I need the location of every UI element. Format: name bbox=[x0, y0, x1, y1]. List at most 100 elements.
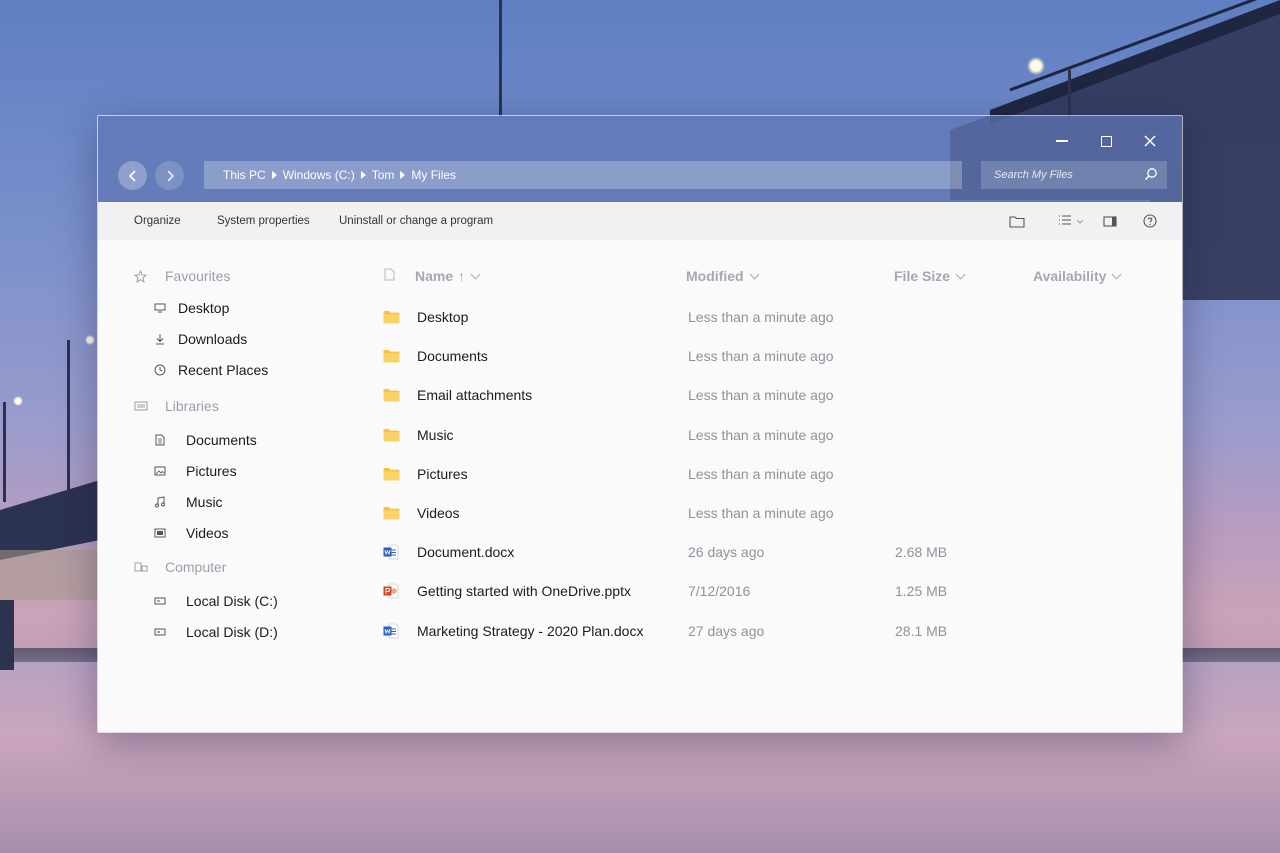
picture-icon bbox=[152, 466, 168, 476]
wallpaper-lamp-left bbox=[85, 335, 95, 345]
column-header-size[interactable]: File Size bbox=[894, 268, 966, 284]
file-row[interactable]: Document.docx 26 days ago 2.68 MB bbox=[382, 538, 1162, 568]
file-name: Marketing Strategy - 2020 Plan.docx bbox=[417, 622, 644, 639]
breadcrumb-separator-icon bbox=[360, 171, 366, 179]
document-icon bbox=[152, 434, 168, 446]
wallpaper-pole bbox=[499, 0, 502, 116]
monitor-icon bbox=[152, 303, 168, 313]
file-row[interactable]: Getting started with OneDrive.pptx 7/12/2… bbox=[382, 577, 1162, 607]
file-modified: Less than a minute ago bbox=[688, 348, 834, 365]
view-options-button[interactable] bbox=[1056, 213, 1088, 229]
sidebar-item-label: Downloads bbox=[178, 331, 248, 347]
sort-ascending-icon: ↑ bbox=[458, 268, 466, 284]
minimize-button[interactable] bbox=[1039, 128, 1085, 154]
file-name: Pictures bbox=[417, 465, 468, 482]
folder-icon bbox=[383, 506, 400, 525]
sidebar-item-local-disk-d[interactable]: Local Disk (D:) bbox=[152, 624, 278, 640]
new-folder-icon bbox=[1009, 215, 1025, 228]
sidebar-group-favourites[interactable]: Favourites bbox=[134, 268, 230, 284]
breadcrumb-tom[interactable]: Tom bbox=[372, 168, 395, 182]
sidebar-item-documents[interactable]: Documents bbox=[152, 432, 257, 448]
file-type-icon bbox=[384, 268, 395, 281]
computer-icon bbox=[134, 561, 154, 573]
file-row[interactable]: Email attachments Less than a minute ago bbox=[382, 381, 1162, 411]
preview-pane-icon bbox=[1103, 215, 1117, 227]
file-row[interactable]: Marketing Strategy - 2020 Plan.docx 27 da… bbox=[382, 617, 1162, 647]
folder-icon bbox=[383, 310, 400, 329]
column-header-modified[interactable]: Modified bbox=[686, 268, 759, 284]
file-row[interactable]: Desktop Less than a minute ago bbox=[382, 303, 1162, 333]
wallpaper-lamppost-left bbox=[67, 340, 70, 500]
sidebar-group-label: Libraries bbox=[165, 398, 219, 414]
word-document-icon bbox=[383, 623, 399, 644]
sidebar-group-libraries[interactable]: Libraries bbox=[134, 398, 219, 414]
folder-icon bbox=[383, 467, 400, 486]
forward-button[interactable] bbox=[155, 161, 184, 190]
uninstall-program-button[interactable]: Uninstall or change a program bbox=[339, 202, 493, 240]
command-toolbar: Organize System properties Uninstall or … bbox=[98, 202, 1182, 240]
file-explorer-window: This PC Windows (C:) Tom My Files Organi… bbox=[97, 115, 1183, 733]
file-row[interactable]: Documents Less than a minute ago bbox=[382, 342, 1162, 372]
maximize-button[interactable] bbox=[1083, 128, 1129, 154]
file-row[interactable]: Pictures Less than a minute ago bbox=[382, 460, 1162, 490]
sidebar-group-computer[interactable]: Computer bbox=[134, 559, 226, 575]
chevron-right-icon bbox=[166, 169, 174, 182]
wallpaper-bridge-left bbox=[0, 480, 100, 670]
column-header-type[interactable] bbox=[384, 268, 395, 281]
sidebar-item-videos[interactable]: Videos bbox=[152, 525, 229, 541]
download-icon bbox=[152, 333, 168, 345]
breadcrumb-separator-icon bbox=[271, 171, 277, 179]
column-header-availability[interactable]: Availability bbox=[1033, 268, 1122, 284]
column-header-label: Name bbox=[415, 268, 454, 284]
file-modified: Less than a minute ago bbox=[688, 465, 834, 482]
preview-pane-button[interactable] bbox=[1100, 213, 1120, 229]
sidebar-item-music[interactable]: Music bbox=[152, 494, 223, 510]
column-header-label: File Size bbox=[894, 268, 951, 284]
file-modified: 26 days ago bbox=[688, 544, 765, 561]
system-properties-button[interactable]: System properties bbox=[217, 202, 310, 240]
file-name: Documents bbox=[417, 348, 488, 365]
search-input[interactable] bbox=[994, 169, 1134, 181]
back-button[interactable] bbox=[118, 161, 147, 190]
chevron-down-icon bbox=[955, 269, 966, 279]
word-document-icon bbox=[383, 544, 399, 565]
breadcrumb-separator-icon bbox=[400, 171, 406, 179]
file-size: 1.25 MB bbox=[895, 583, 948, 600]
help-button[interactable] bbox=[1140, 213, 1160, 229]
file-name: Getting started with OneDrive.pptx bbox=[417, 583, 631, 600]
breadcrumb-my-files[interactable]: My Files bbox=[411, 168, 456, 182]
new-folder-button[interactable] bbox=[1007, 213, 1027, 229]
folder-icon bbox=[383, 428, 400, 447]
music-icon bbox=[152, 496, 168, 508]
sidebar-item-label: Local Disk (C:) bbox=[186, 593, 278, 609]
breadcrumb-this-pc[interactable]: This PC bbox=[223, 168, 266, 182]
sidebar-item-downloads[interactable]: Downloads bbox=[152, 331, 247, 347]
address-bar[interactable]: This PC Windows (C:) Tom My Files bbox=[204, 161, 962, 189]
organize-button[interactable]: Organize bbox=[134, 202, 181, 240]
drive-icon bbox=[152, 628, 168, 636]
breadcrumb-windows-c[interactable]: Windows (C:) bbox=[283, 168, 355, 182]
sidebar-item-recent-places[interactable]: Recent Places bbox=[152, 362, 268, 378]
powerpoint-icon bbox=[383, 583, 399, 604]
sidebar-item-label: Local Disk (D:) bbox=[186, 624, 278, 640]
close-icon bbox=[1144, 135, 1156, 147]
close-button[interactable] bbox=[1127, 128, 1173, 154]
file-size: 2.68 MB bbox=[895, 544, 948, 561]
search-icon[interactable] bbox=[1144, 167, 1158, 181]
library-icon bbox=[134, 400, 154, 412]
wallpaper-lamp bbox=[1027, 57, 1045, 75]
column-header-name[interactable]: Name ↑ bbox=[415, 268, 481, 284]
maximize-icon bbox=[1100, 135, 1112, 147]
folder-icon bbox=[383, 349, 400, 368]
sidebar-item-desktop[interactable]: Desktop bbox=[152, 300, 229, 316]
chevron-down-icon bbox=[1111, 269, 1122, 279]
sidebar-item-label: Music bbox=[186, 494, 223, 510]
file-row[interactable]: Music Less than a minute ago bbox=[382, 421, 1162, 451]
file-modified: Less than a minute ago bbox=[688, 505, 834, 521]
file-name: Document.docx bbox=[417, 544, 515, 561]
sidebar-item-pictures[interactable]: Pictures bbox=[152, 463, 237, 479]
wallpaper-lamppost-far bbox=[3, 402, 6, 502]
file-name: Desktop bbox=[417, 309, 469, 325]
file-row[interactable]: Videos Less than a minute ago bbox=[382, 499, 1162, 529]
sidebar-item-local-disk-c[interactable]: Local Disk (C:) bbox=[152, 593, 278, 609]
